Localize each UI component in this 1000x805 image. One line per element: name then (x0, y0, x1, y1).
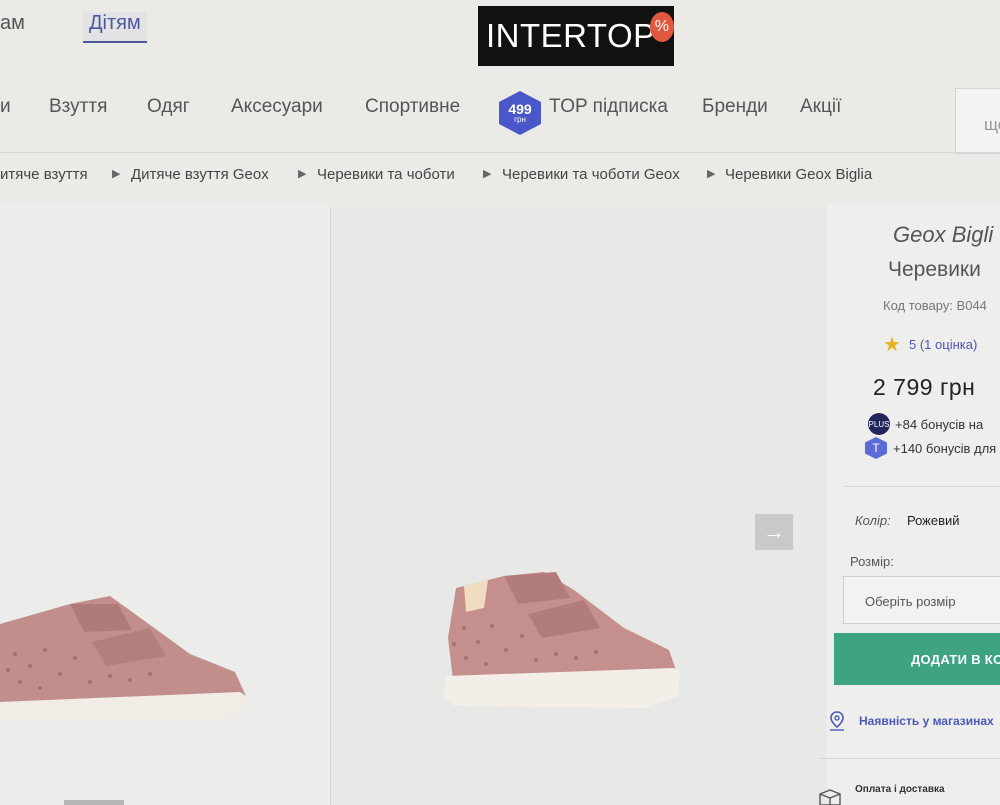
thumbnail-strip[interactable] (64, 800, 124, 805)
shoe-image-side (0, 596, 246, 719)
breadcrumb-separator-icon: ▶ (707, 168, 716, 180)
logo-text: INTERTOP (486, 17, 656, 54)
store-availability-link[interactable]: Наявність у магазинах (859, 714, 994, 728)
top-subscription-badge[interactable]: 499 грн (499, 91, 541, 135)
product-image-side[interactable] (0, 204, 330, 805)
add-to-cart-button[interactable]: ДОДАТИ В КО (834, 633, 1000, 685)
star-icon: ★ (883, 334, 901, 356)
breadcrumb-item[interactable]: Дитяче взуття Geox (131, 166, 269, 183)
product-type: Черевики (888, 258, 981, 281)
bonus-plus-text: +84 бонусів на (895, 417, 984, 432)
box-icon (819, 789, 841, 805)
plus-bonus-icon: PLUS (868, 413, 890, 435)
badge-unit: грн (514, 115, 526, 124)
bonus-top-text: +140 бонусів для (893, 441, 997, 456)
nav-item-clothes[interactable]: Одяг (147, 96, 190, 118)
top-tab-adults[interactable]: ам (0, 12, 25, 35)
location-pin-icon (830, 711, 844, 731)
breadcrumb-separator-icon: ▶ (112, 168, 121, 180)
breadcrumb-current: Черевики Geox Biglia (725, 166, 873, 183)
arrow-right-icon: → (763, 519, 785, 544)
nav-item-top-subscription[interactable]: TOP підписка (549, 96, 668, 118)
top-tab-kids[interactable]: Дітям (83, 12, 147, 43)
breadcrumb-separator-icon: ▶ (298, 168, 307, 180)
breadcrumb-item[interactable]: Черевики та чоботи (317, 166, 455, 183)
shoe-image-main (444, 572, 680, 708)
header-divider (0, 152, 1000, 153)
breadcrumb-item[interactable]: итяче взуття (0, 166, 88, 183)
nav-item-accessories[interactable]: Аксесуари (231, 96, 323, 118)
logo-percent-badge: % (649, 12, 674, 42)
badge-amount: 499 (508, 101, 532, 117)
product-image-main[interactable] (330, 208, 828, 805)
product-code: Код товару: B044 (883, 298, 987, 313)
product-price: 2 799 грн (873, 374, 976, 400)
color-label: Колір: (855, 513, 891, 528)
size-label: Розмір: (850, 554, 894, 569)
breadcrumb-separator-icon: ▶ (483, 168, 492, 180)
next-image-button[interactable]: → (755, 514, 793, 550)
product-brand: Geox Bigli (893, 222, 994, 247)
info-divider-2 (820, 758, 1000, 759)
nav-item-brands[interactable]: Бренди (702, 96, 768, 118)
nav-item-sales[interactable]: Акції (800, 96, 841, 118)
size-select[interactable]: Оберіть розмір (843, 576, 1000, 624)
nav-item-sport[interactable]: Спортивне (365, 96, 460, 118)
color-value: Рожевий (907, 513, 960, 528)
breadcrumb-item[interactable]: Черевики та чоботи Geox (502, 166, 680, 183)
search-input[interactable]: що (955, 88, 1000, 154)
nav-item-shoes[interactable]: Взуття (49, 96, 107, 118)
delivery-link[interactable]: Оплата і доставка (855, 784, 945, 795)
intertop-logo[interactable]: INTERTOP % (478, 6, 674, 66)
rating-link[interactable]: 5 (1 оцінка) (909, 337, 977, 352)
info-divider (845, 486, 1000, 487)
nav-item-partial[interactable]: и (0, 96, 11, 118)
